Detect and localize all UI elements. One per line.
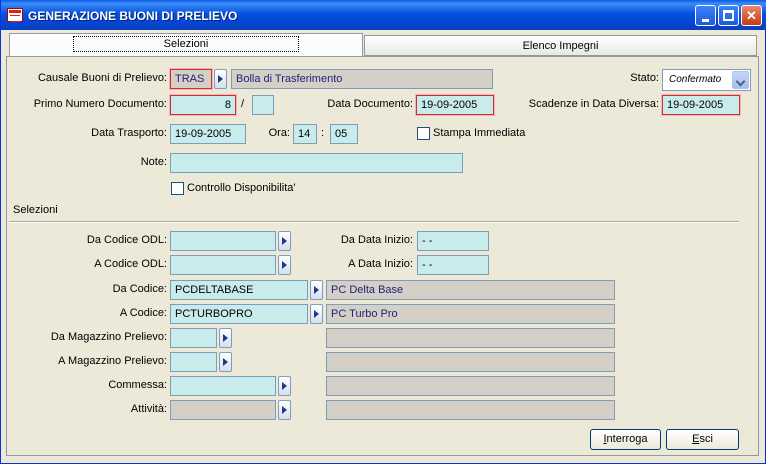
close-icon: ✕	[746, 8, 757, 23]
a-codice-label: A Codice:	[119, 307, 167, 319]
da-codice-odl-field[interactable]	[170, 231, 276, 251]
stampa-immediata-label: Stampa Immediata	[433, 127, 526, 139]
da-magazzino-field[interactable]	[170, 328, 217, 348]
causale-code-field[interactable]: TRAS	[170, 69, 212, 89]
stato-value: Confermato	[669, 74, 722, 85]
minimize-button[interactable]	[695, 5, 716, 26]
a-data-inizio-field[interactable]: - -	[417, 255, 489, 275]
causale-label: Causale Buoni di Prelievo:	[37, 72, 167, 84]
stato-label: Stato:	[630, 72, 659, 84]
primo-numero-label: Primo Numero Documento:	[33, 98, 167, 110]
da-codice-odl-label: Da Codice ODL:	[86, 234, 167, 246]
da-data-inizio-field[interactable]: - -	[417, 231, 489, 251]
commessa-lookup-button[interactable]	[278, 376, 291, 396]
close-button[interactable]: ✕	[741, 5, 762, 26]
a-codice-lookup-button[interactable]	[310, 304, 323, 324]
app-icon[interactable]	[7, 8, 23, 22]
title-bar[interactable]: GENERAZIONE BUONI DI PRELIEVO ✕	[1, 0, 766, 30]
da-codice-lookup-button[interactable]	[310, 280, 323, 300]
a-data-inizio-label: A Data Inizio:	[348, 258, 413, 270]
a-magazzino-desc-field	[326, 352, 615, 372]
esci-label: sci	[699, 433, 713, 445]
attivita-field[interactable]	[170, 400, 276, 420]
interroga-button[interactable]: Interroga	[590, 429, 661, 450]
data-trasporto-label: Data Trasporto:	[91, 127, 167, 139]
attivita-lookup-button[interactable]	[278, 400, 291, 420]
da-data-inizio-label: Da Data Inizio:	[340, 234, 413, 246]
numero-slash: /	[241, 98, 245, 110]
main-window: GENERAZIONE BUONI DI PRELIEVO ✕ Selezion…	[0, 0, 766, 464]
ora-mm-field[interactable]: 05	[330, 124, 358, 144]
a-codice-odl-field[interactable]	[170, 255, 276, 275]
a-magazzino-lookup-button[interactable]	[219, 352, 232, 372]
interroga-label: nterroga	[606, 433, 648, 445]
da-codice-field[interactable]: PCDELTABASE	[170, 280, 308, 300]
chevron-down-icon[interactable]	[732, 71, 749, 89]
a-codice-field[interactable]: PCTURBOPRO	[170, 304, 308, 324]
data-documento-field[interactable]: 19-09-2005	[416, 95, 494, 115]
ora-hh-field[interactable]: 14	[293, 124, 317, 144]
da-magazzino-desc-field	[326, 328, 615, 348]
scadenze-label: Scadenze in Data Diversa:	[528, 98, 659, 110]
scadenze-field[interactable]: 19-09-2005	[662, 95, 740, 115]
a-codice-odl-label: A Codice ODL:	[94, 258, 167, 270]
maximize-button[interactable]	[718, 5, 739, 26]
window-title: GENERAZIONE BUONI DI PRELIEVO	[28, 9, 238, 23]
commessa-desc-field	[326, 376, 615, 396]
selezioni-section-label: Selezioni	[13, 204, 58, 216]
tab-selezioni-label: Selezioni	[72, 36, 300, 52]
tab-elenco-impegni-label: Elenco Impegni	[522, 40, 599, 52]
section-divider	[9, 221, 739, 223]
serie-field[interactable]	[252, 95, 274, 115]
causale-lookup-button[interactable]	[214, 69, 227, 89]
a-codice-desc-field: PC Turbo Pro	[326, 304, 615, 324]
a-magazzino-label: A Magazzino Prelievo:	[58, 355, 167, 367]
note-label: Note:	[140, 156, 167, 168]
controllo-disponibilita-checkbox[interactable]	[171, 182, 184, 195]
controllo-disponibilita-label: Controllo Disponibilita'	[187, 182, 296, 194]
ora-label: Ora:	[268, 127, 290, 139]
minimize-icon	[702, 19, 709, 22]
note-field[interactable]	[170, 153, 463, 173]
data-documento-label: Data Documento:	[327, 98, 413, 110]
da-magazzino-lookup-button[interactable]	[219, 328, 232, 348]
data-trasporto-field[interactable]: 19-09-2005	[170, 124, 246, 144]
attivita-desc-field	[326, 400, 615, 420]
ora-separator: :	[321, 127, 325, 139]
tab-selezioni[interactable]: Selezioni	[9, 33, 363, 56]
attivita-label: Attività:	[130, 403, 167, 415]
commessa-label: Commessa:	[108, 379, 167, 391]
esci-button[interactable]: Esci	[666, 429, 739, 450]
commessa-field[interactable]	[170, 376, 276, 396]
da-magazzino-label: Da Magazzino Prelievo:	[50, 331, 167, 343]
primo-numero-field[interactable]: 8	[170, 95, 236, 115]
a-codice-odl-lookup-button[interactable]	[278, 255, 291, 275]
stato-select[interactable]: Confermato	[662, 69, 751, 91]
da-codice-label: Da Codice:	[112, 283, 167, 295]
da-codice-odl-lookup-button[interactable]	[278, 231, 291, 251]
causale-desc-field: Bolla di Trasferimento	[231, 69, 493, 89]
stampa-immediata-checkbox[interactable]	[417, 127, 430, 140]
tab-elenco-impegni[interactable]: Elenco Impegni	[364, 35, 757, 56]
maximize-icon	[723, 10, 734, 21]
a-magazzino-field[interactable]	[170, 352, 217, 372]
da-codice-desc-field: PC Delta Base	[326, 280, 615, 300]
